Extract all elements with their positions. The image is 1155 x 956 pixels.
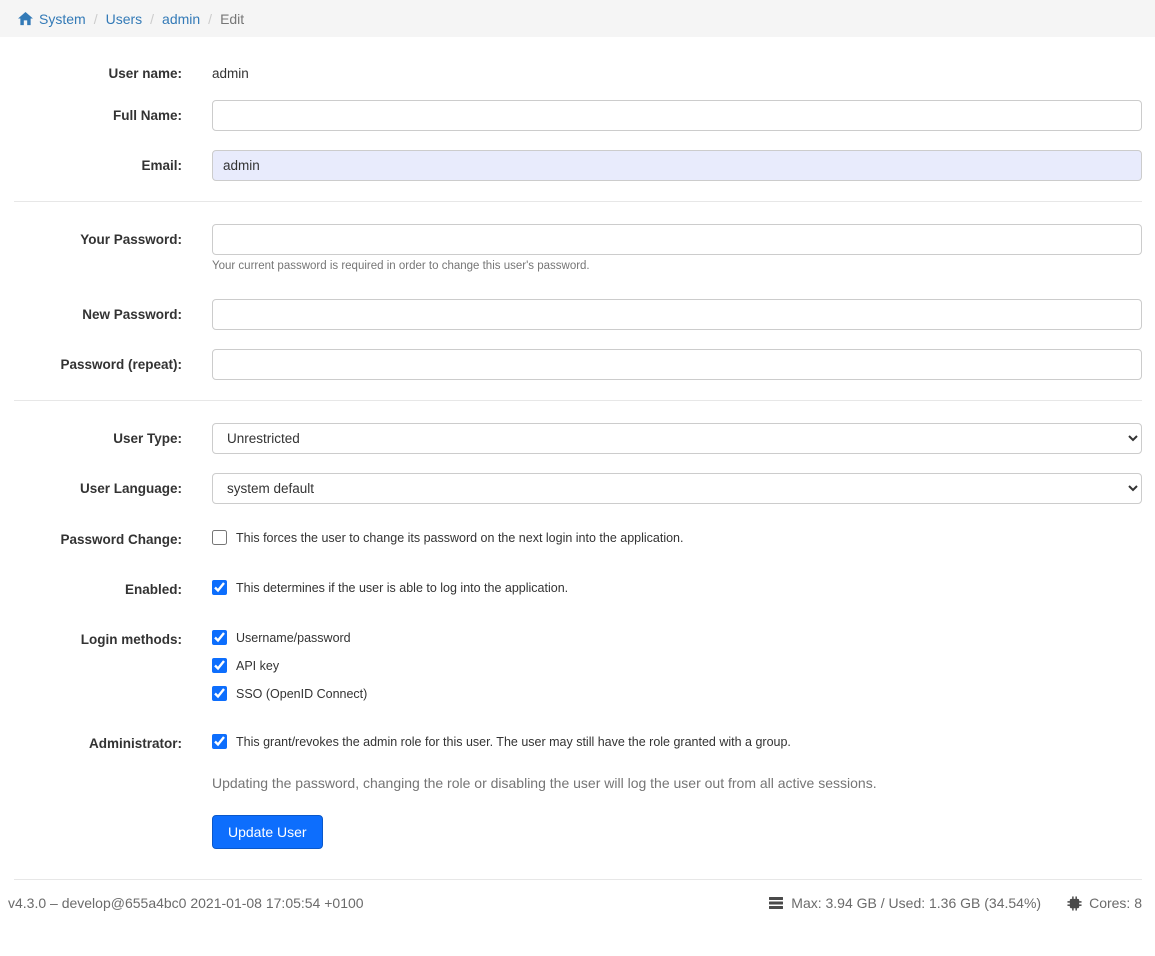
- user-type-select[interactable]: Unrestricted: [212, 423, 1142, 454]
- home-icon[interactable]: [18, 12, 33, 26]
- breadcrumb-link-admin[interactable]: admin: [162, 11, 200, 27]
- row-user-language: User Language: system default: [14, 473, 1142, 504]
- login-method-api-key-checkbox[interactable]: [212, 658, 227, 673]
- memory-icon: [768, 896, 784, 910]
- breadcrumb-link-system[interactable]: System: [39, 11, 86, 27]
- cores-text: Cores: 8: [1089, 895, 1142, 911]
- row-password-change: Password Change: This forces the user to…: [14, 530, 1142, 547]
- row-your-password: Your Password: Your current password is …: [14, 224, 1142, 272]
- user-language-label: User Language:: [14, 473, 182, 496]
- administrator-text: This grant/revokes the admin role for th…: [236, 735, 791, 749]
- breadcrumb-separator: /: [94, 11, 98, 27]
- row-email: Email:: [14, 150, 1142, 181]
- breadcrumb-separator: /: [208, 11, 212, 27]
- login-methods-label: Login methods:: [14, 630, 182, 647]
- session-logout-note: Updating the password, changing the role…: [212, 775, 1142, 791]
- login-method-sso-text: SSO (OpenID Connect): [236, 687, 367, 701]
- cores-status: Cores: 8: [1067, 895, 1142, 911]
- login-method-api-key-text: API key: [236, 659, 279, 673]
- password-change-checkbox[interactable]: [212, 530, 227, 545]
- new-password-input[interactable]: [212, 299, 1142, 330]
- new-password-label: New Password:: [14, 299, 182, 322]
- your-password-input[interactable]: [212, 224, 1142, 255]
- row-user-type: User Type: Unrestricted: [14, 423, 1142, 454]
- password-repeat-input[interactable]: [212, 349, 1142, 380]
- row-administrator: Administrator: This grant/revokes the ad…: [14, 734, 1142, 849]
- password-change-label: Password Change:: [14, 530, 182, 547]
- breadcrumb-link-users[interactable]: Users: [106, 11, 143, 27]
- breadcrumb: System / Users / admin / Edit: [0, 0, 1155, 37]
- user-name-value: admin: [212, 65, 1142, 81]
- row-new-password: New Password:: [14, 299, 1142, 330]
- enabled-text: This determines if the user is able to l…: [236, 581, 568, 595]
- password-repeat-label: Password (repeat):: [14, 349, 182, 372]
- your-password-help: Your current password is required in ord…: [212, 260, 1142, 272]
- email-field[interactable]: [212, 150, 1142, 181]
- enabled-label: Enabled:: [14, 580, 182, 597]
- divider: [14, 201, 1142, 202]
- login-method-username-password-checkbox[interactable]: [212, 630, 227, 645]
- breadcrumb-separator: /: [150, 11, 154, 27]
- row-enabled: Enabled: This determines if the user is …: [14, 580, 1142, 597]
- user-type-label: User Type:: [14, 423, 182, 446]
- administrator-checkbox[interactable]: [212, 734, 227, 749]
- row-login-methods: Login methods: Username/password API key…: [14, 630, 1142, 701]
- memory-text: Max: 3.94 GB / Used: 1.36 GB (34.54%): [791, 895, 1041, 911]
- breadcrumb-current-edit: Edit: [220, 11, 244, 27]
- row-user-name: User name: admin: [14, 65, 1142, 81]
- full-name-label: Full Name:: [14, 100, 182, 123]
- version-text: v4.3.0 – develop@655a4bc0 2021-01-08 17:…: [8, 895, 364, 911]
- user-edit-form: User name: admin Full Name: Email: Your …: [0, 37, 1155, 880]
- email-label: Email:: [14, 150, 182, 173]
- divider: [14, 400, 1142, 401]
- login-method-username-password-text: Username/password: [236, 631, 351, 645]
- footer: v4.3.0 – develop@655a4bc0 2021-01-08 17:…: [0, 880, 1155, 929]
- full-name-input[interactable]: [212, 100, 1142, 131]
- administrator-label: Administrator:: [14, 734, 182, 751]
- memory-status: Max: 3.94 GB / Used: 1.36 GB (34.54%): [768, 895, 1041, 911]
- cpu-icon: [1067, 896, 1082, 911]
- user-language-select[interactable]: system default: [212, 473, 1142, 504]
- user-name-label: User name:: [14, 65, 182, 81]
- row-password-repeat: Password (repeat):: [14, 349, 1142, 380]
- your-password-label: Your Password:: [14, 224, 182, 247]
- row-full-name: Full Name:: [14, 100, 1142, 131]
- enabled-checkbox[interactable]: [212, 580, 227, 595]
- password-change-text: This forces the user to change its passw…: [236, 531, 684, 545]
- update-user-button[interactable]: Update User: [212, 815, 323, 849]
- login-method-sso-checkbox[interactable]: [212, 686, 227, 701]
